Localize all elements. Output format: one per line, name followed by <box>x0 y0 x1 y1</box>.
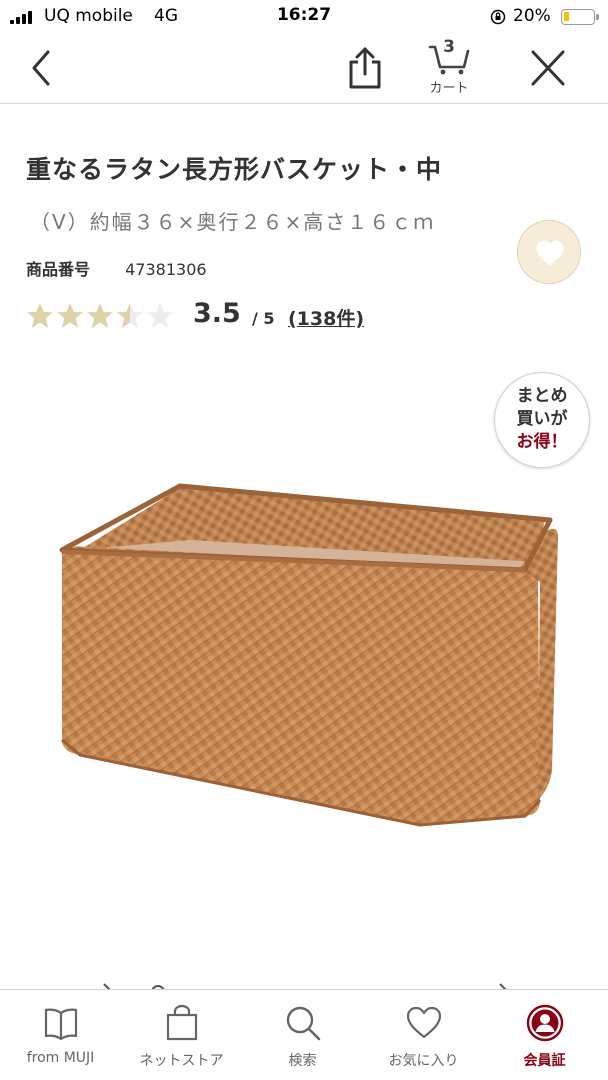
shopping-bag-icon <box>166 1004 198 1041</box>
sku-label: 商品番号 <box>26 260 91 279</box>
rating-row: 3.5 / 5 (138件) <box>26 298 446 334</box>
tab-label: from MUJI <box>26 1050 95 1066</box>
book-icon <box>44 1008 78 1041</box>
star-icon <box>147 303 173 328</box>
sku-row: 商品番号 47381306 <box>26 256 207 280</box>
navigation-bar: 3 カート <box>0 34 608 104</box>
cart-label: カート <box>429 81 469 96</box>
review-count-link[interactable]: (138件) <box>288 304 364 331</box>
status-bar: UQ mobile 4G 16:27 20% <box>0 0 608 34</box>
star-icon <box>87 303 113 328</box>
heart-icon <box>406 1006 442 1039</box>
battery-icon <box>561 9 599 25</box>
tab-favorites[interactable]: お気に入り <box>363 990 484 1080</box>
star-icon <box>27 303 53 328</box>
tab-label: お気に入り <box>388 1053 459 1069</box>
badge-line-1: まとめ <box>516 386 568 406</box>
tab-member-card[interactable]: 会員証 <box>484 990 605 1080</box>
search-icon <box>286 1006 321 1041</box>
member-card-icon <box>526 1004 564 1042</box>
battery-percent: 20% <box>513 6 551 26</box>
tab-net-store[interactable]: ネットストア <box>121 990 242 1080</box>
rating-stars <box>26 302 174 329</box>
tab-label: 検索 <box>288 1053 317 1069</box>
close-icon[interactable] <box>528 50 568 86</box>
star-icon <box>57 303 83 328</box>
bulk-discount-badge[interactable]: まとめ 買いが お得！ <box>494 372 590 468</box>
product-variant: （V）約幅３６×奥行２６×高さ１６ｃｍ <box>30 210 436 234</box>
badge-line-2: 買いが <box>516 409 568 429</box>
tab-label: ネットストア <box>139 1053 224 1069</box>
tab-search[interactable]: 検索 <box>242 990 363 1080</box>
tab-bar: from MUJI ネットストア 検索 お気に入り 会員証 <box>0 989 608 1080</box>
cart-count-badge: 3 <box>443 37 455 57</box>
star-icon <box>117 303 143 328</box>
rating-max: / 5 <box>252 309 275 328</box>
tab-label: 会員証 <box>523 1053 566 1069</box>
badge-line-3: お得！ <box>516 432 568 452</box>
rating-value: 3.5 <box>193 298 241 329</box>
product-image[interactable] <box>40 470 570 840</box>
cart-button[interactable]: 3 カート <box>418 37 480 97</box>
chevron-left-icon[interactable] <box>26 48 56 88</box>
product-title: 重なるラタン長方形バスケット・中 <box>26 155 443 184</box>
tab-from-muji[interactable]: from MUJI <box>0 990 121 1080</box>
rotation-lock-icon <box>490 9 506 25</box>
heart-icon <box>536 240 564 266</box>
favorite-button[interactable] <box>517 220 581 284</box>
sku-value: 47381306 <box>125 260 207 279</box>
share-icon[interactable] <box>345 46 385 90</box>
